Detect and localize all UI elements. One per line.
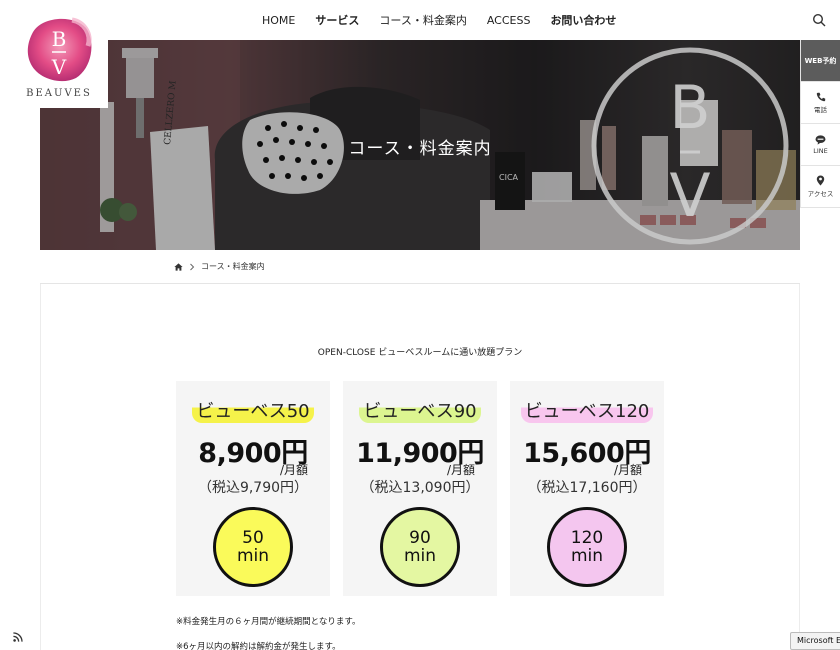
plan-minutes-unit: min (236, 546, 270, 566)
plan-tax-included: （税込17,160円） (527, 480, 647, 496)
plan-card-120: ビューベス120 15,600円 /月額 （税込17,160円） 120 min (510, 381, 664, 596)
nav-item-4[interactable]: お問い合わせ (550, 12, 616, 28)
nav-item-0[interactable]: HOME (262, 14, 295, 27)
note-cancellation-fee: ※6ヶ月以内の解約は解約金が発生します。 (176, 642, 341, 650)
plan-monthly-label: /月額 (613, 463, 642, 477)
plan-name: ビューベス90 (359, 395, 481, 423)
nav-item-1[interactable]: サービス (315, 12, 359, 28)
plan-duration-badge: 50 min (213, 507, 293, 587)
plan-heading: OPEN-CLOSE ビューベスルームに通い放題プラン (317, 348, 523, 358)
plan-tax-included: （税込9,790円） (197, 480, 309, 496)
plan-minutes-unit: min (403, 546, 437, 566)
line-chat-icon (815, 134, 826, 145)
plan-card-90: ビューベス90 11,900円 /月額 （税込13,090円） 90 min (343, 381, 497, 596)
logo-mark-icon: B V (27, 17, 92, 82)
logo-letter-b: B (52, 27, 67, 51)
side-web-label: WEB予約 (804, 56, 837, 65)
map-pin-icon (816, 175, 825, 186)
nav-item-3[interactable]: ACCESS (487, 14, 531, 27)
plan-name: ビューベス120 (520, 395, 654, 423)
breadcrumb-current: コース・料金案内 (201, 262, 265, 271)
home-icon[interactable] (174, 262, 183, 271)
plan-duration-badge: 90 min (380, 507, 460, 587)
side-web-reservation-button[interactable]: WEB予約 (801, 40, 840, 82)
side-quick-menu: WEB予約 電話 LINE アクセス (800, 40, 840, 208)
plan-monthly-label: /月額 (446, 463, 475, 477)
side-phone-label: 電話 (814, 105, 827, 114)
page-title: コース・料金案内 (348, 139, 492, 159)
plan-minutes: 90 (409, 528, 431, 548)
rss-icon[interactable] (13, 632, 23, 642)
hero-banner: CELLZERO M CICA B V コース・料金案内 (40, 40, 800, 250)
plan-duration-badge: 120 min (547, 507, 627, 587)
note-contract-period: ※料金発生月の６ヶ月間が継続期間となります。 (176, 617, 361, 627)
taskbar-app-tab[interactable]: Microsoft Ex (790, 632, 840, 650)
breadcrumb: コース・料金案内 (40, 250, 800, 284)
main-nav: HOME サービス コース・料金案内 ACCESS お問い合わせ (262, 0, 636, 40)
hero-monogram-v: V (669, 161, 710, 231)
side-access-button[interactable]: アクセス (801, 166, 840, 208)
plan-minutes-unit: min (570, 546, 604, 566)
logo-wordmark: BEAUVES (26, 88, 92, 99)
phone-icon (816, 92, 825, 101)
chevron-right-icon (190, 263, 195, 270)
plan-tax-included: （税込13,090円） (360, 480, 480, 496)
side-line-label: LINE (813, 146, 828, 155)
plan-card-50: ビューベス50 8,900円 /月額 （税込9,790円） 50 min (176, 381, 330, 596)
site-header: B V BEAUVES HOME サービス コース・料金案内 ACCESS お問い合わせ (0, 0, 840, 108)
side-line-button[interactable]: LINE (801, 124, 840, 166)
logo-letter-v: V (51, 55, 67, 79)
site-logo[interactable]: B V BEAUVES (10, 8, 108, 108)
side-phone-button[interactable]: 電話 (801, 82, 840, 124)
hero-monogram-b: B (669, 73, 710, 143)
nav-item-2[interactable]: コース・料金案内 (379, 12, 466, 28)
plan-monthly-label: /月額 (279, 463, 308, 477)
plan-name: ビューベス50 (192, 395, 314, 423)
side-access-label: アクセス (807, 190, 834, 198)
plan-minutes: 120 (570, 528, 604, 548)
search-icon[interactable] (812, 13, 826, 27)
plan-minutes: 50 (242, 528, 264, 548)
